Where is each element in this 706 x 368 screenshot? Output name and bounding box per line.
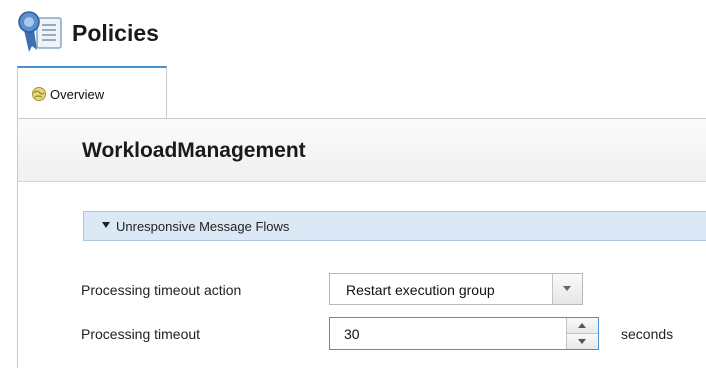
page-title: Policies <box>72 20 159 46</box>
chevron-down-icon[interactable] <box>102 222 110 228</box>
policy-name-title: WorkloadManagement <box>82 139 306 162</box>
timeout-spinner[interactable] <box>329 317 599 350</box>
arrow-up-icon <box>578 323 586 328</box>
content-header: WorkloadManagement <box>18 119 706 182</box>
globe-icon <box>31 86 47 102</box>
timeout-input[interactable] <box>330 318 566 349</box>
increment-button[interactable] <box>567 318 598 334</box>
section-label: Unresponsive Message Flows <box>116 219 290 234</box>
timeout-action-label: Processing timeout action <box>81 282 242 298</box>
policy-ribbon-icon <box>17 8 65 56</box>
spinner-buttons <box>566 318 598 349</box>
overview-panel: WorkloadManagement Unresponsive Message … <box>17 118 706 368</box>
timeout-label: Processing timeout <box>81 326 201 342</box>
tab-bar: Overview <box>0 66 706 120</box>
dropdown-button[interactable] <box>552 274 582 304</box>
tab-label: Overview <box>50 87 105 102</box>
page-header: Policies <box>0 0 706 66</box>
arrow-down-icon <box>578 339 586 344</box>
chevron-down-icon <box>563 286 571 291</box>
timeout-units: seconds <box>621 326 674 342</box>
timeout-action-value: Restart execution group <box>346 282 495 298</box>
policies-page: Policies Overview WorkloadManagement Unr… <box>0 0 706 368</box>
decrement-button[interactable] <box>567 334 598 349</box>
section-unresponsive-flows[interactable]: Unresponsive Message Flows <box>83 211 706 241</box>
timeout-action-select[interactable]: Restart execution group <box>329 273 583 305</box>
tab-overview[interactable]: Overview <box>17 66 167 118</box>
